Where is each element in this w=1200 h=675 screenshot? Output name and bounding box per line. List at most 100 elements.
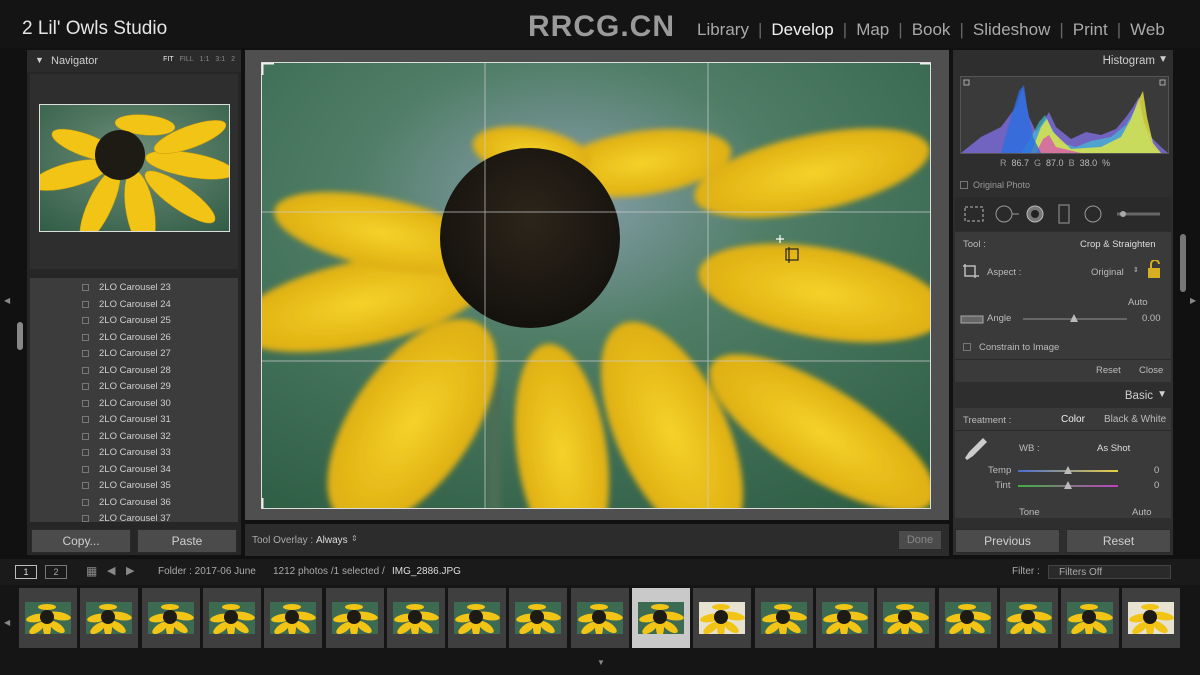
constrain-checkbox[interactable]: [963, 343, 971, 351]
copy-button[interactable]: Copy...: [31, 529, 131, 553]
shadow-clipping-toggle[interactable]: [963, 79, 970, 86]
list-item[interactable]: 2LO Carousel 28: [30, 363, 238, 380]
module-map[interactable]: Map: [847, 20, 898, 40]
checkbox[interactable]: [82, 515, 89, 522]
right-scrollbar[interactable]: [1180, 234, 1186, 292]
module-develop[interactable]: Develop: [762, 20, 842, 40]
main-photo[interactable]: [261, 62, 931, 509]
list-item[interactable]: 2LO Carousel 35: [30, 478, 238, 495]
original-photo-toggle[interactable]: Original Photo: [960, 180, 1030, 190]
crop-frame-icon[interactable]: [961, 262, 981, 280]
forward-arrow-icon[interactable]: ▶: [126, 564, 134, 577]
angle-slider-thumb[interactable]: [1070, 314, 1078, 322]
zoom-1-1[interactable]: 1:1: [200, 56, 210, 63]
filmstrip-thumbnail[interactable]: [202, 588, 261, 648]
tint-slider-thumb[interactable]: [1064, 481, 1072, 489]
basic-header[interactable]: Basic ▼: [955, 386, 1171, 408]
back-arrow-icon[interactable]: ◀: [107, 564, 115, 577]
list-item[interactable]: 2LO Carousel 25: [30, 313, 238, 330]
navigator-header[interactable]: ▼ Navigator FIT FILL 1:1 3:1 2: [27, 50, 241, 72]
collapse-triangle-icon[interactable]: ▼: [1158, 54, 1168, 65]
list-item[interactable]: 2LO Carousel 36: [30, 495, 238, 512]
tint-value[interactable]: 0: [1154, 480, 1159, 491]
paste-button[interactable]: Paste: [137, 529, 237, 553]
filmstrip-thumbnail[interactable]: [1122, 588, 1181, 648]
module-library[interactable]: Library: [688, 20, 758, 40]
crop-tool-icon[interactable]: [964, 206, 984, 222]
aspect-select[interactable]: Original: [1091, 267, 1124, 278]
grid-view-icon[interactable]: ▦: [86, 564, 97, 578]
checkbox[interactable]: [82, 482, 89, 489]
straighten-tool-icon[interactable]: [960, 312, 984, 328]
angle-value[interactable]: 0.00: [1142, 313, 1161, 324]
checkbox[interactable]: [82, 465, 89, 473]
list-item[interactable]: 2LO Carousel 24: [30, 297, 238, 314]
temp-slider-thumb[interactable]: [1064, 466, 1072, 474]
highlight-clipping-toggle[interactable]: [1159, 79, 1166, 86]
crop-close-button[interactable]: Close: [1139, 365, 1163, 376]
window-1-button[interactable]: 1: [15, 565, 37, 579]
collapse-triangle-icon[interactable]: ▼: [1157, 389, 1167, 400]
checkbox[interactable]: [82, 498, 89, 506]
filmstrip-thumbnail[interactable]: [938, 588, 997, 648]
filter-select[interactable]: Filters Off: [1048, 565, 1171, 579]
list-item[interactable]: 2LO Carousel 32: [30, 429, 238, 446]
filmstrip-thumbnail[interactable]: [570, 588, 629, 648]
checkbox[interactable]: [82, 300, 89, 308]
module-print[interactable]: Print: [1064, 20, 1117, 40]
checkbox[interactable]: [82, 317, 89, 324]
filmstrip-thumbnail[interactable]: [693, 588, 752, 648]
filmstrip-thumbnail[interactable]: [877, 588, 936, 648]
filmstrip-thumbnail[interactable]: [19, 588, 77, 648]
treatment-bw[interactable]: Black & White: [1104, 414, 1166, 425]
left-scrollbar[interactable]: [17, 322, 23, 350]
checkbox[interactable]: [82, 449, 89, 456]
folder-path[interactable]: Folder : 2017-06 June: [158, 566, 256, 577]
collapse-triangle-icon[interactable]: ▼: [35, 55, 44, 65]
list-item[interactable]: 2LO Carousel 29: [30, 379, 238, 396]
angle-auto-button[interactable]: Auto: [1128, 297, 1148, 308]
right-panel-toggle-icon[interactable]: ▶: [1190, 296, 1196, 305]
filmstrip-thumbnail[interactable]: [141, 588, 200, 648]
filmstrip-thumbnail[interactable]: [754, 588, 813, 648]
filmstrip-toggle-icon[interactable]: ▼: [597, 658, 605, 667]
checkbox[interactable]: [960, 181, 968, 189]
list-item[interactable]: 2LO Carousel 26: [30, 330, 238, 347]
module-web[interactable]: Web: [1121, 20, 1174, 40]
radial-filter-icon[interactable]: [1084, 205, 1102, 223]
checkbox[interactable]: [82, 284, 89, 291]
lock-icon[interactable]: [1146, 260, 1162, 280]
reset-button[interactable]: Reset: [1066, 529, 1171, 553]
zoom-more[interactable]: 2: [231, 56, 235, 63]
filmstrip-thumbnail[interactable]: [999, 588, 1058, 648]
list-item[interactable]: 2LO Carousel 30: [30, 396, 238, 413]
crop-reset-button[interactable]: Reset: [1096, 365, 1121, 376]
filmstrip-thumbnail[interactable]: [325, 588, 384, 648]
temp-value[interactable]: 0: [1154, 465, 1159, 476]
filmstrip-thumbnail[interactable]: [509, 588, 568, 648]
module-book[interactable]: Book: [903, 20, 960, 40]
tone-auto-button[interactable]: Auto: [1132, 507, 1152, 518]
checkbox[interactable]: [82, 383, 89, 390]
list-item[interactable]: 2LO Carousel 31: [30, 412, 238, 429]
checkbox[interactable]: [82, 366, 89, 374]
previous-button[interactable]: Previous: [955, 529, 1060, 553]
selected-filename[interactable]: IMG_2886.JPG: [392, 566, 461, 577]
filmstrip-thumbnail[interactable]: [1061, 588, 1120, 648]
zoom-fit[interactable]: FIT: [163, 56, 174, 63]
done-button[interactable]: Done: [898, 530, 942, 550]
filmstrip-thumbnail[interactable]: [264, 588, 323, 648]
list-item[interactable]: 2LO Carousel 34: [30, 462, 238, 479]
list-item[interactable]: 2LO Carousel 27: [30, 346, 238, 363]
list-item[interactable]: 2LO Carousel 23: [30, 280, 238, 297]
filmstrip-thumbnail[interactable]: [448, 588, 507, 648]
zoom-fill[interactable]: FILL: [180, 56, 194, 63]
checkbox[interactable]: [82, 399, 89, 407]
checkbox[interactable]: [82, 350, 89, 357]
list-item[interactable]: 2LO Carousel 33: [30, 445, 238, 462]
tool-overlay-select[interactable]: Always: [316, 535, 348, 546]
spot-removal-icon[interactable]: [995, 205, 1013, 223]
checkbox[interactable]: [82, 432, 89, 440]
window-2-button[interactable]: 2: [45, 565, 67, 579]
list-item[interactable]: 2LO Carousel 37: [30, 511, 238, 522]
